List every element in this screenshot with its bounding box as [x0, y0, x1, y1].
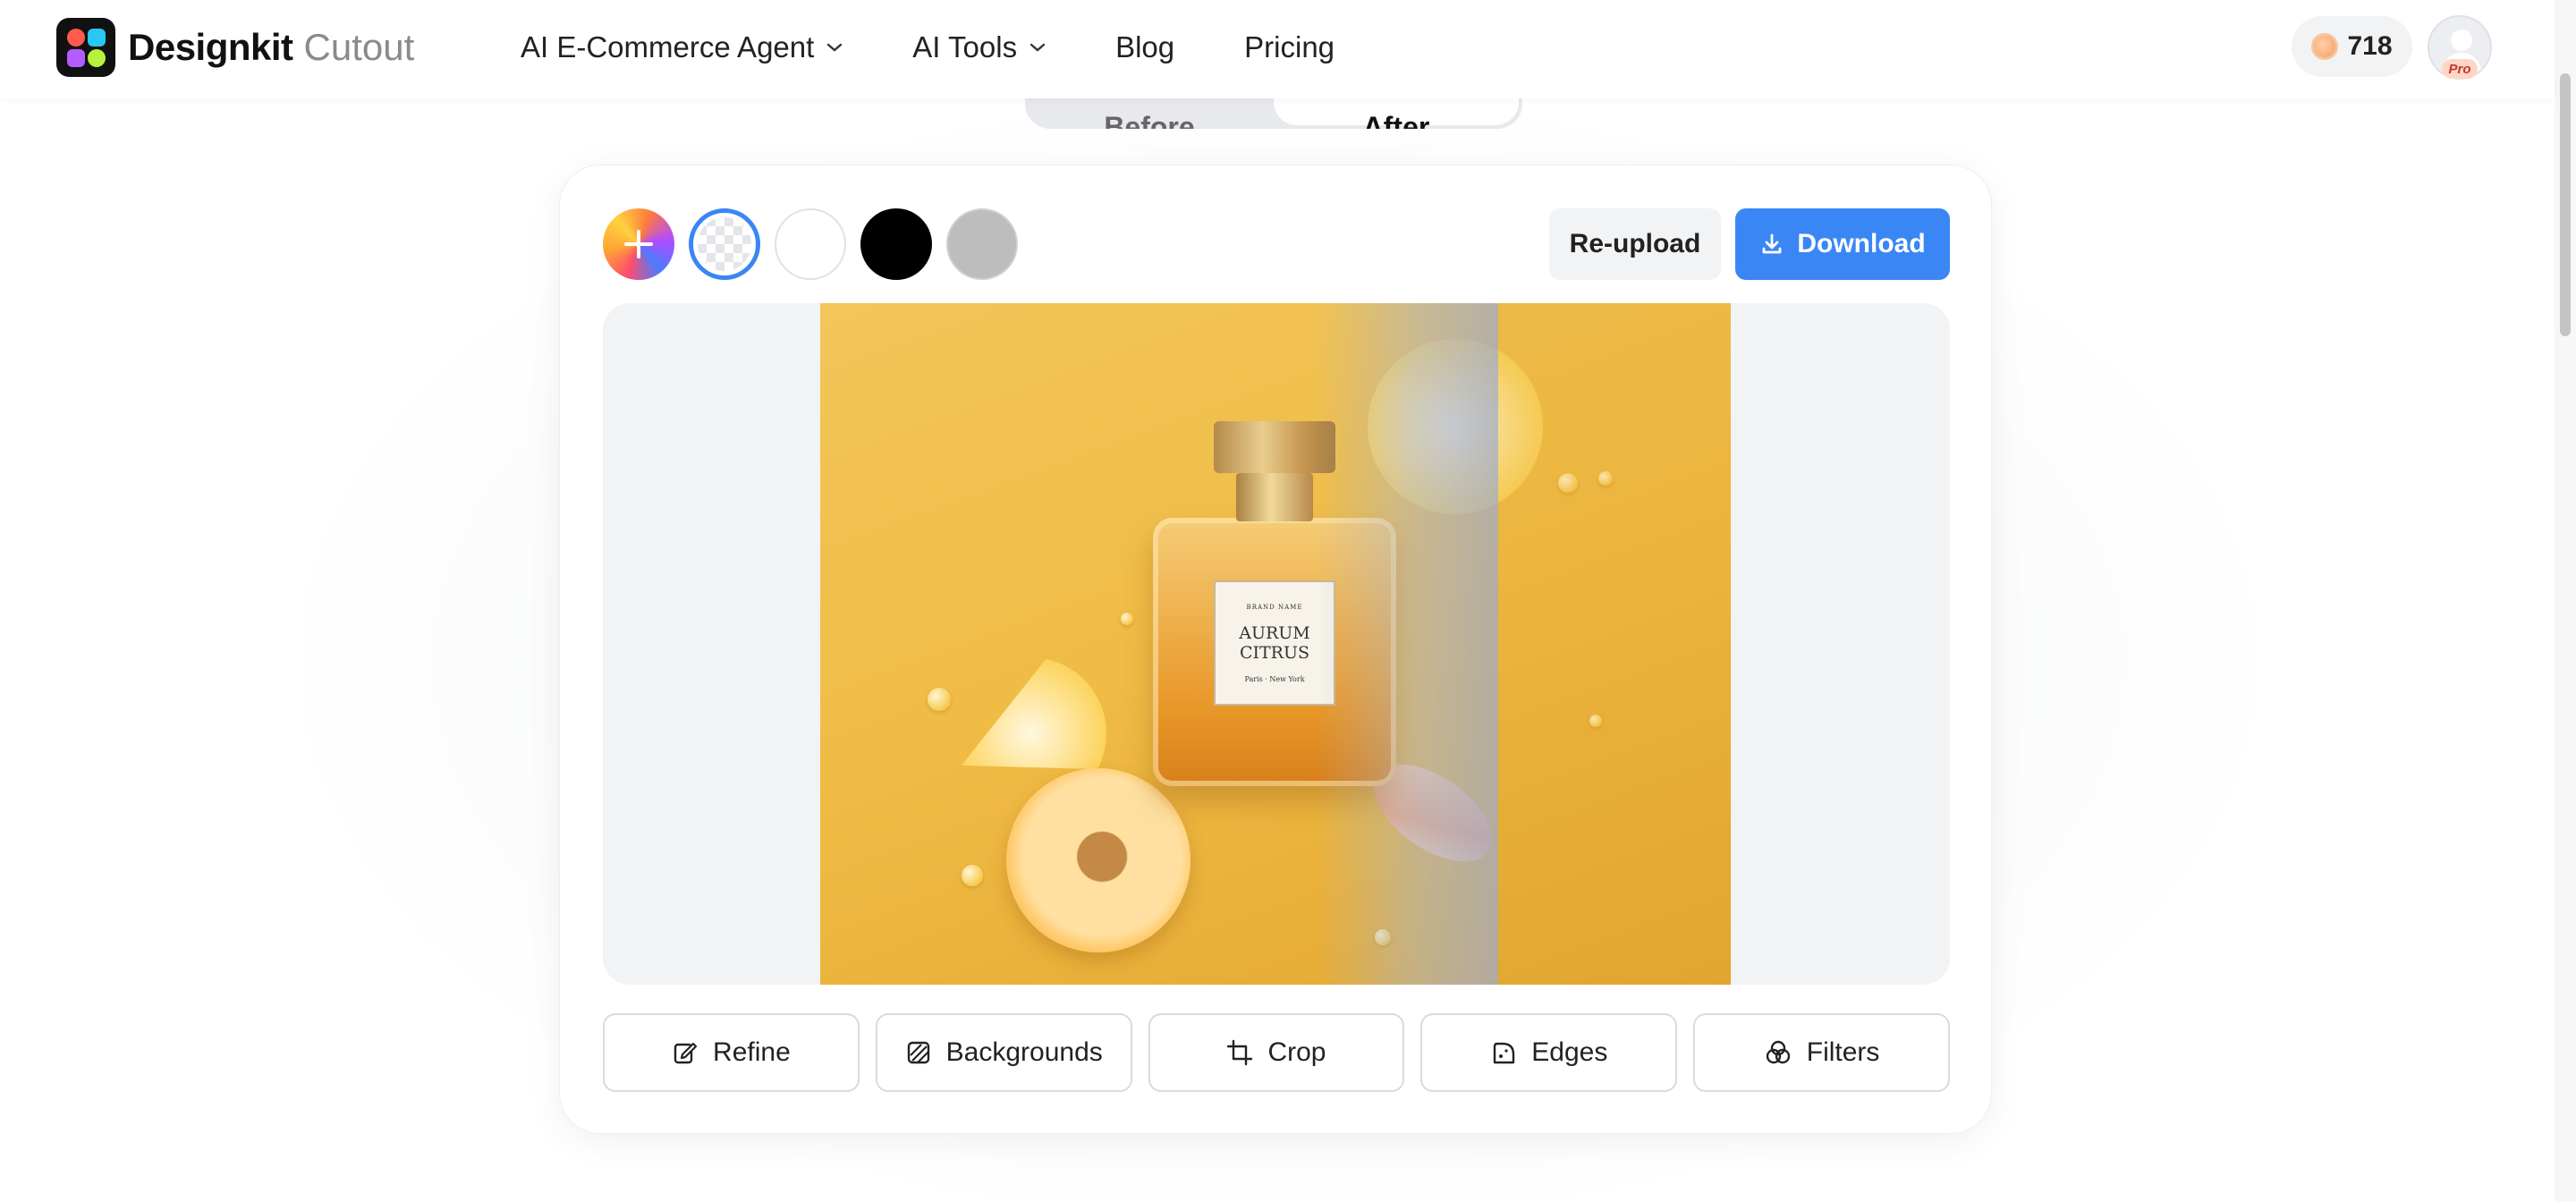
backgrounds-label: Backgrounds [945, 1037, 1103, 1067]
peach-half [1006, 768, 1191, 952]
download-label: Download [1797, 229, 1926, 258]
filters-button[interactable]: Filters [1693, 1013, 1950, 1092]
refine-label: Refine [713, 1037, 791, 1067]
nav-label: AI E-Commerce Agent [521, 30, 815, 63]
logo-icon [56, 18, 115, 77]
logo[interactable]: Designkit Cutout [56, 18, 414, 77]
crop-icon [1227, 1039, 1253, 1066]
pro-badge: Pro [2442, 59, 2478, 79]
nav-label: Blog [1115, 30, 1175, 63]
download-button[interactable]: Download [1735, 208, 1950, 280]
gray-swatch[interactable] [946, 208, 1018, 280]
edges-button[interactable]: Edges [1420, 1013, 1678, 1092]
edit-icon [674, 1042, 698, 1064]
nav-label: Pricing [1244, 30, 1335, 63]
black-swatch[interactable] [860, 208, 932, 280]
chevron-down-icon [1030, 43, 1046, 52]
add-color-swatch[interactable] [603, 208, 674, 280]
credits-counter[interactable]: 718 [2292, 16, 2412, 77]
backgrounds-icon [907, 1041, 929, 1064]
image-canvas[interactable]: BRAND NAME AURUM CITRUS Paris · New York [603, 303, 1950, 985]
logo-name: Designkit [128, 26, 293, 68]
tool-bar: Refine Backgrounds Crop Edges Filters [603, 1013, 1950, 1092]
editor-card: Re-upload Download BRAND NAME AURUM CITRU… [559, 165, 1992, 1134]
coin-icon [2311, 33, 2339, 60]
logo-product: Cutout [303, 26, 415, 68]
top-navbar: Designkit Cutout AI E-Commerce Agent AI … [0, 0, 2555, 98]
edges-label: Edges [1531, 1037, 1608, 1067]
refine-button[interactable]: Refine [603, 1013, 860, 1092]
nav-ai-tools[interactable]: AI Tools [912, 30, 1046, 64]
filters-icon [1766, 1040, 1790, 1064]
crop-button[interactable]: Crop [1148, 1013, 1405, 1092]
filters-label: Filters [1806, 1037, 1880, 1067]
chevron-down-icon [827, 43, 843, 52]
reupload-button[interactable]: Re-upload [1549, 208, 1721, 280]
backgrounds-button[interactable]: Backgrounds [875, 1013, 1132, 1092]
main-nav: AI E-Commerce Agent AI Tools Blog Pricin… [521, 25, 1404, 70]
transparent-swatch[interactable] [689, 208, 760, 280]
scrollbar-thumb[interactable] [2560, 73, 2571, 336]
edges-icon [1494, 1042, 1515, 1064]
nav-label: AI Tools [912, 30, 1018, 63]
credits-value: 718 [2347, 31, 2393, 61]
plus-icon [624, 230, 653, 258]
comparison-overlay [1317, 303, 1498, 985]
product-image: BRAND NAME AURUM CITRUS Paris · New York [820, 303, 1731, 985]
page-scrollbar[interactable] [2555, 0, 2576, 1202]
white-swatch[interactable] [775, 208, 846, 280]
nav-pricing[interactable]: Pricing [1244, 30, 1335, 64]
download-icon [1762, 233, 1782, 254]
nav-blog[interactable]: Blog [1115, 30, 1174, 64]
crop-label: Crop [1267, 1037, 1326, 1067]
nav-ai-ecommerce-agent[interactable]: AI E-Commerce Agent [521, 30, 843, 64]
